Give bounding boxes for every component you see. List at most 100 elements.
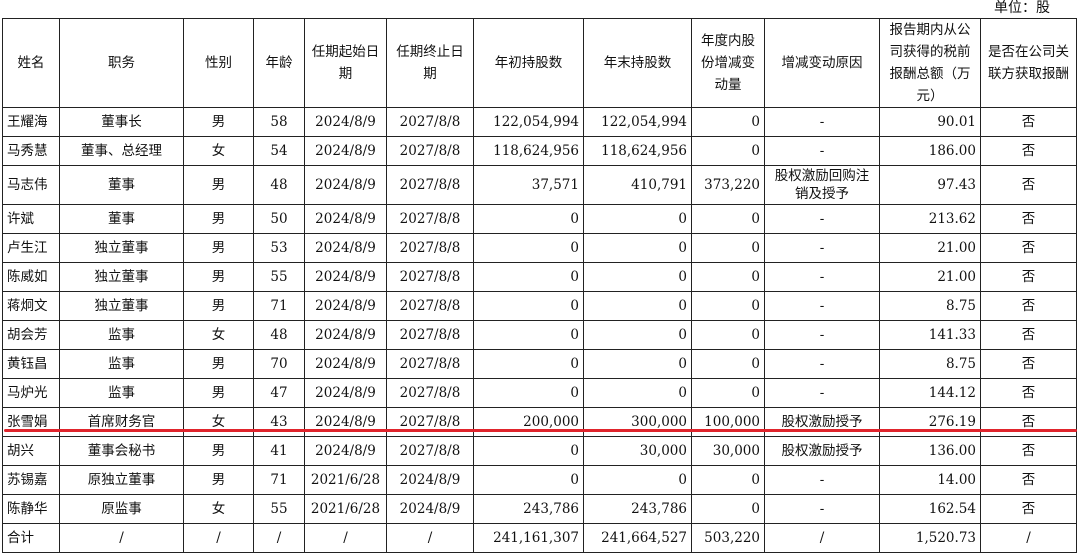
table-row: 陈静华 原监事女 55 2021/6/28 2024/8/9 243,786 243,786… [2, 494, 1077, 524]
table-cell: 否 [980, 204, 1077, 234]
table-cell: 0 [583, 349, 692, 379]
table-cell: 2027/8/8 [386, 165, 474, 205]
table-cell: 41 [253, 436, 305, 466]
table-cell: 股权激励授予 [764, 436, 880, 466]
table-cell: 0 [583, 233, 692, 263]
table-cell: 48 [253, 320, 305, 350]
table-cell: 100,000 [691, 407, 765, 437]
table-cell: 董事 [59, 204, 184, 234]
table-cell: 男 [183, 378, 254, 408]
header-cell: 年初持股数 [473, 18, 584, 108]
table-cell: 男 [183, 204, 254, 234]
highlight-underline [4, 429, 1077, 432]
table-cell: 卢生江 [2, 233, 60, 263]
table-cell: 70 [253, 349, 305, 379]
table-cell: 48 [253, 165, 305, 205]
header-cell: 年龄 [253, 18, 305, 108]
table-cell: 2024/8/9 [386, 465, 474, 495]
table-cell: - [764, 262, 880, 292]
table-cell: 独立董事 [59, 233, 184, 263]
table-cell: - [764, 204, 880, 234]
table-cell: 2024/8/9 [304, 107, 387, 137]
table-cell: 女 [183, 494, 254, 524]
table-cell: 43 [253, 407, 305, 437]
table-cell: 1,520.73 [879, 523, 981, 553]
table-cell: 0 [583, 378, 692, 408]
table-cell: 2024/8/9 [304, 233, 387, 263]
unit-label: 单位：股 [994, 0, 1050, 16]
table-cell: 0 [473, 233, 584, 263]
table-cell: 陈静华 [2, 494, 60, 524]
table-cell: 监事 [59, 320, 184, 350]
table-cell: 8.75 [879, 349, 981, 379]
table-cell: 否 [980, 291, 1077, 321]
table-cell: 14.00 [879, 465, 981, 495]
table-row: 张雪娟 首席财务官女 43 2024/8/9 2027/8/8 200,000 300,00… [2, 407, 1077, 437]
table-cell: 21.00 [879, 233, 981, 263]
table-cell: / [386, 523, 474, 553]
table-cell: 男 [183, 107, 254, 137]
table-cell: 独立董事 [59, 262, 184, 292]
table-cell: 2024/8/9 [304, 349, 387, 379]
table-cell: 否 [980, 436, 1077, 466]
table-cell: 2024/8/9 [304, 165, 387, 205]
header-cell: 报告期内从公司获得的税前报酬总额（万元） [879, 18, 981, 108]
table-cell: 55 [253, 262, 305, 292]
table-cell: 0 [691, 378, 765, 408]
shareholding-table: 姓名 职务 性别 年龄 任期起始日期 任期终止日期 年初持股数 年末持股数 年度… [2, 18, 1077, 553]
table-cell: 144.12 [879, 378, 981, 408]
table-cell: 90.01 [879, 107, 981, 137]
table-cell: 监事 [59, 349, 184, 379]
table-row: 马秀慧 董事、总经理女 54 2024/8/9 2027/8/8 118,624,956 1… [2, 136, 1077, 166]
table-cell: 0 [473, 291, 584, 321]
table-cell: 0 [691, 465, 765, 495]
table-cell: 30,000 [691, 436, 765, 466]
table-cell: 否 [980, 407, 1077, 437]
table-cell: 马炉光 [2, 378, 60, 408]
header-cell: 任期终止日期 [386, 18, 474, 108]
table-cell: 女 [183, 320, 254, 350]
table-cell: 0 [473, 436, 584, 466]
table-cell: 300,000 [583, 407, 692, 437]
table-cell: 0 [691, 291, 765, 321]
table-cell: 0 [691, 262, 765, 292]
table-cell: - [764, 136, 880, 166]
table-cell: 2024/8/9 [386, 494, 474, 524]
table-cell: 0 [583, 291, 692, 321]
table-cell: - [764, 349, 880, 379]
table-cell: 2027/8/8 [386, 233, 474, 263]
table-cell: 0 [473, 465, 584, 495]
table-cell: - [764, 378, 880, 408]
table-cell: 373,220 [691, 165, 765, 205]
header-cell: 任期起始日期 [304, 18, 387, 108]
table-cell: 0 [583, 465, 692, 495]
table-cell: 监事 [59, 378, 184, 408]
table-cell: 首席财务官 [59, 407, 184, 437]
table-cell: 241,664,527 [583, 523, 692, 553]
table-cell: 0 [691, 107, 765, 137]
table-cell: 71 [253, 291, 305, 321]
table-cell: 否 [980, 378, 1077, 408]
table-row: 胡兴 董事会秘书男 41 2024/8/9 2027/8/8 0 30,000 30,000 股… [2, 436, 1077, 466]
table-cell: 黄钰昌 [2, 349, 60, 379]
table-cell: 0 [691, 204, 765, 234]
table-cell: 122,054,994 [583, 107, 692, 137]
table-cell: 0 [473, 262, 584, 292]
table-cell: 2027/8/8 [386, 136, 474, 166]
table-cell: 2024/8/9 [304, 291, 387, 321]
table-cell: 58 [253, 107, 305, 137]
table-cell: 0 [583, 262, 692, 292]
table-cell: 2024/8/9 [304, 436, 387, 466]
table-body: 王耀海 董事长男 58 2024/8/9 2027/8/8 122,054,994 122,… [2, 107, 1077, 553]
table-cell: 243,786 [583, 494, 692, 524]
table-cell: 马秀慧 [2, 136, 60, 166]
table-cell: 男 [183, 436, 254, 466]
table-cell: / [59, 523, 184, 553]
table-cell: / [253, 523, 305, 553]
table-row: 蒋炯文 独立董事男 71 2024/8/9 2027/8/8 0 0 0-8.75 否 [2, 291, 1077, 321]
table-cell: 0 [691, 494, 765, 524]
table-cell: 否 [980, 233, 1077, 263]
table-cell: 200,000 [473, 407, 584, 437]
header-row: 姓名 职务 性别 年龄 任期起始日期 任期终止日期 年初持股数 年末持股数 年度… [2, 18, 1077, 108]
table-cell: 否 [980, 320, 1077, 350]
